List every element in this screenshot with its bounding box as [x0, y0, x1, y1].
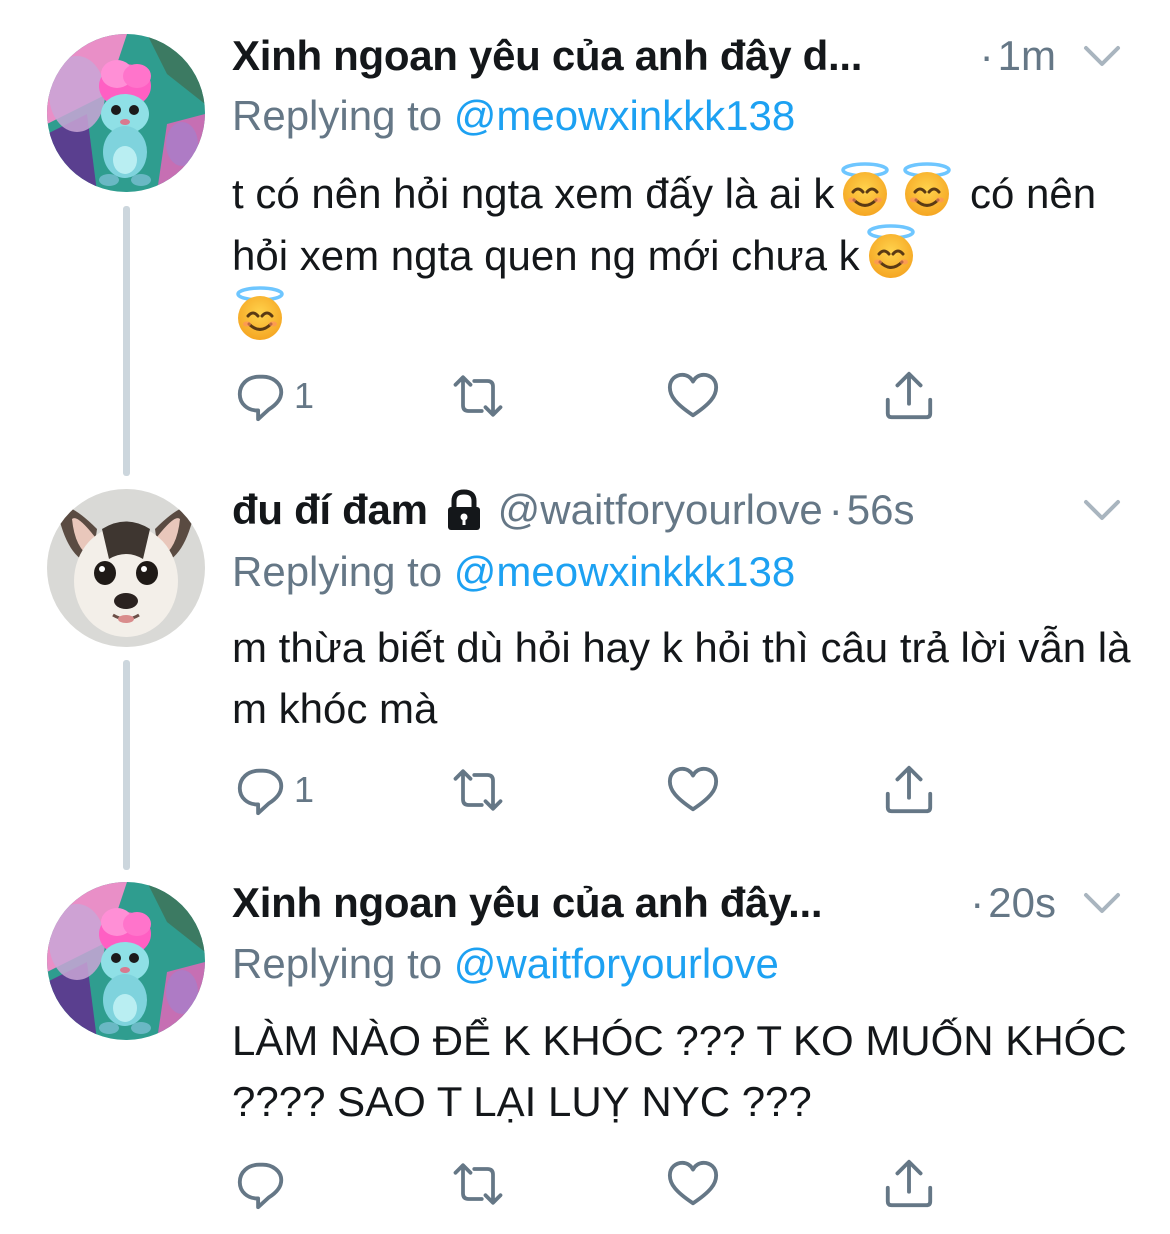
replying-label: Replying to	[232, 92, 454, 139]
heart-icon	[666, 763, 720, 817]
retweet-button[interactable]	[448, 1154, 508, 1214]
retweet-icon	[448, 369, 508, 423]
avatar[interactable]	[47, 882, 205, 1040]
tweet-text: LÀM NÀO ĐỂ K KHÓC ??? T KO MUỐN KHÓC ???…	[232, 1017, 1127, 1125]
chevron-down-icon[interactable]	[1082, 498, 1122, 522]
timestamp[interactable]: 56s	[847, 486, 915, 534]
tweet-header: Xinh ngoan yêu của anh đây d... · 1m	[232, 26, 1140, 86]
reply-count: 1	[294, 375, 315, 416]
display-name[interactable]: đu đí đam	[232, 486, 428, 534]
retweet-icon	[448, 763, 508, 817]
like-button[interactable]	[666, 1154, 720, 1214]
lock-icon	[444, 488, 484, 532]
retweet-button[interactable]	[448, 760, 508, 820]
share-icon	[882, 369, 936, 423]
reply-icon	[234, 763, 288, 817]
mention-link[interactable]: @meowxinkkk138	[454, 548, 795, 595]
display-name[interactable]: Xinh ngoan yêu của anh đây...	[232, 879, 823, 927]
share-button[interactable]	[882, 366, 936, 426]
tweet-text: m thừa biết dù hỏi hay k hỏi thì câu trả…	[232, 624, 1131, 732]
share-icon	[882, 1157, 936, 1211]
like-button[interactable]	[666, 366, 720, 426]
like-button[interactable]	[666, 760, 720, 820]
share-icon	[882, 763, 936, 817]
dot-separator: ·	[979, 32, 994, 79]
mention-link[interactable]: @meowxinkkk138	[454, 92, 795, 139]
replying-to: Replying to @meowxinkkk138	[232, 92, 795, 140]
tweet-actions	[232, 1154, 952, 1214]
heart-icon	[666, 1157, 720, 1211]
reply-button[interactable]: 1	[234, 366, 314, 426]
smiling-face-with-halo-icon	[863, 224, 919, 280]
reply-button[interactable]	[234, 1154, 294, 1214]
tweet-actions: 1	[232, 366, 952, 426]
replying-label: Replying to	[232, 940, 454, 987]
chevron-down-icon[interactable]	[1082, 44, 1122, 68]
smiling-face-with-halo-icon	[232, 286, 288, 342]
share-button[interactable]	[882, 760, 936, 820]
timestamp[interactable]: 1m	[998, 32, 1056, 80]
replying-to: Replying to @meowxinkkk138	[232, 548, 795, 596]
thread-line-2	[123, 660, 130, 870]
display-name[interactable]: Xinh ngoan yêu của anh đây d...	[232, 32, 862, 80]
user-handle[interactable]: @waitforyourlove	[498, 486, 823, 534]
tweet-header: Xinh ngoan yêu của anh đây... · 20s	[232, 873, 1140, 933]
avatar[interactable]	[47, 489, 205, 647]
timestamp[interactable]: 20s	[988, 879, 1056, 927]
retweet-button[interactable]	[448, 366, 508, 426]
chevron-down-icon[interactable]	[1082, 891, 1122, 915]
tweet-text-part: t có nên hỏi ngta xem đấy là ai k	[232, 170, 835, 217]
retweet-icon	[448, 1157, 508, 1211]
reply-button[interactable]: 1	[234, 760, 314, 820]
smiling-face-with-halo-icon	[837, 162, 893, 218]
thread-line-1	[123, 206, 130, 476]
tweet-actions: 1	[232, 760, 952, 820]
share-button[interactable]	[882, 1154, 936, 1214]
dot-separator: ·	[828, 486, 843, 533]
reply-icon	[234, 369, 288, 423]
reply-icon	[234, 1157, 288, 1211]
dot-separator: ·	[970, 879, 985, 926]
avatar[interactable]	[47, 34, 205, 192]
tweet-text: t có nên hỏi ngta xem đấy là ai k có nên…	[232, 162, 1132, 348]
smiling-face-with-halo-icon	[899, 162, 955, 218]
replying-to: Replying to @waitforyourlove	[232, 940, 779, 988]
heart-icon	[666, 369, 720, 423]
mention-link[interactable]: @waitforyourlove	[454, 940, 779, 987]
reply-count: 1	[294, 769, 315, 810]
tweet-header: đu đí đam @waitforyourlove · 56s	[232, 480, 1140, 540]
replying-label: Replying to	[232, 548, 454, 595]
